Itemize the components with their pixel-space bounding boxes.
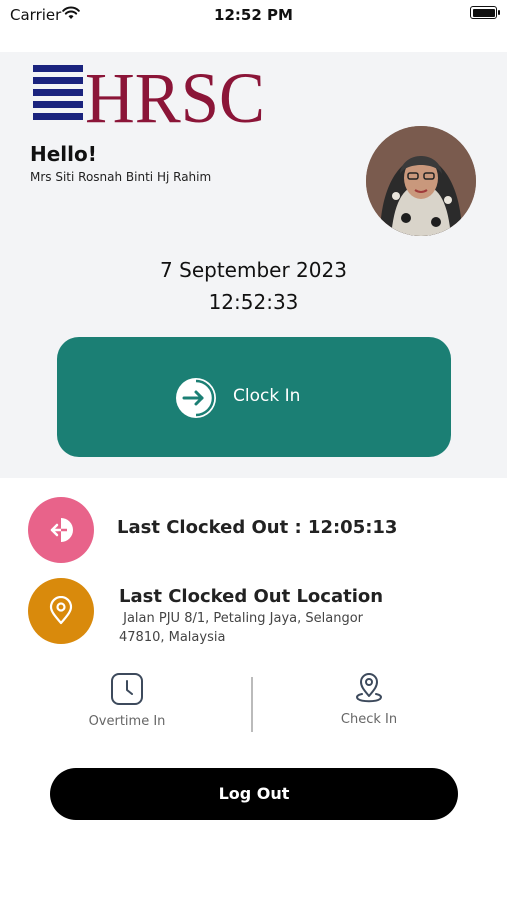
map-pin-icon <box>356 673 382 703</box>
address-line-1: Jalan PJU 8/1, Petaling Jaya, Selangor <box>119 611 364 626</box>
hrsc-logo: HRSC <box>33 63 265 125</box>
clock-out-icon <box>50 518 73 542</box>
clock-in-icon <box>176 378 216 418</box>
avatar[interactable] <box>366 126 476 236</box>
last-location-address: Jalan PJU 8/1, Petaling Jaya, Selangor 4… <box>119 609 419 647</box>
log-out-button[interactable]: Log Out <box>50 768 458 820</box>
current-time: 12:52:33 <box>208 290 299 314</box>
location-pin-icon <box>49 596 73 625</box>
status-bar: Carrier 12:52 PM <box>0 0 507 30</box>
current-date: 7 September 2023 <box>160 258 347 282</box>
battery-icon <box>470 6 500 19</box>
avatar-photo <box>366 126 476 236</box>
last-clocked-out: Last Clocked Out : 12:05:13 <box>117 517 398 538</box>
overtime-in-label: Overtime In <box>88 714 166 729</box>
check-in-label: Check In <box>340 712 398 727</box>
clock-in-label: Clock In <box>233 386 301 406</box>
status-time: 12:52 PM <box>214 6 293 24</box>
clock-in-button[interactable]: Clock In <box>57 337 451 457</box>
clock-out-badge <box>28 497 94 563</box>
check-in-button[interactable]: Check In <box>279 672 459 727</box>
last-location-title: Last Clocked Out Location <box>119 586 384 607</box>
log-out-label: Log Out <box>218 784 290 803</box>
location-badge <box>28 578 94 644</box>
clock-icon <box>111 673 143 705</box>
overtime-in-button[interactable]: Overtime In <box>37 672 217 729</box>
address-line-2: 47810, Malaysia <box>119 630 226 645</box>
divider <box>251 677 253 732</box>
greeting-title: Hello! <box>30 142 97 166</box>
logo-text: HRSC <box>85 63 265 125</box>
user-name: Mrs Siti Rosnah Binti Hj Rahim <box>30 170 212 184</box>
